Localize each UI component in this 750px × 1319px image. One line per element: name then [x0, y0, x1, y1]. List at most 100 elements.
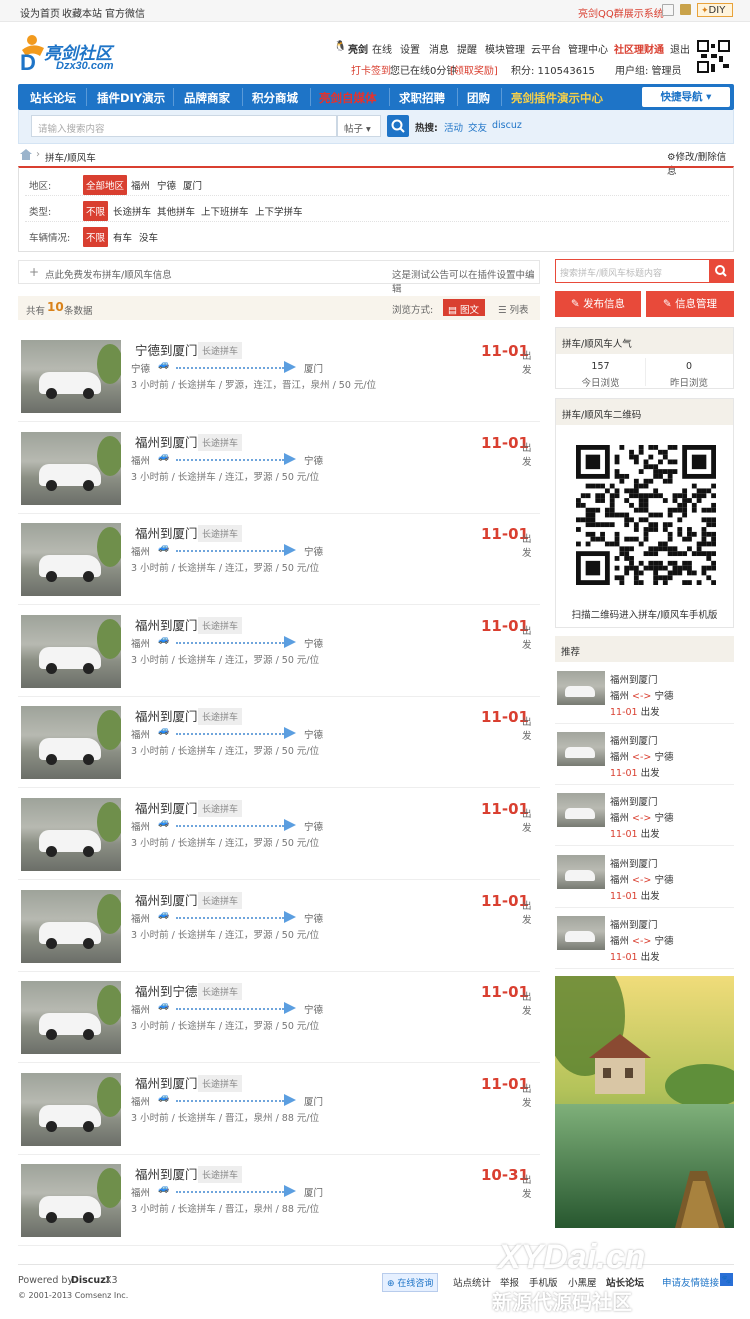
listing-item[interactable]: 福州到厦门 长途拼车 福州 🚙 宁德 3 小时前 / 长途拼车 / 连江，罗源 / 50 …	[18, 696, 540, 789]
car-thumbnail[interactable]	[21, 340, 121, 413]
wechat-link[interactable]: 官方微信	[105, 5, 145, 20]
qq-group-link[interactable]: 亮剑QQ群展示系统	[578, 5, 664, 20]
filter-region-all[interactable]: 全部地区	[83, 175, 128, 195]
nav-item-groupbuy[interactable]: 团购	[467, 90, 490, 106]
sidebar-search-button[interactable]	[709, 259, 734, 283]
recommend-thumbnail[interactable]	[557, 854, 605, 889]
listing-item[interactable]: 福州到厦门 长途拼车 福州 🚙 厦门 3 小时前 / 长途拼车 / 晋江，泉州 / 88 …	[18, 1154, 540, 1247]
nav-item-brand[interactable]: 品牌商家	[184, 90, 230, 106]
filter-car-yes[interactable]: 有车	[110, 227, 135, 247]
filter-region-xiamen[interactable]: 厦门	[180, 175, 205, 195]
listing-item[interactable]: 福州到厦门 长途拼车 福州 🚙 宁德 3 小时前 / 长途拼车 / 连江，罗源 / 50 …	[18, 513, 540, 606]
car-thumbnail[interactable]	[21, 706, 121, 780]
manage-info-button[interactable]: ✎ 信息管理	[646, 291, 734, 317]
listing-item[interactable]: 福州到厦门 长途拼车 福州 🚙 宁德 3 小时前 / 长途拼车 / 连江，罗源 / 50 …	[18, 788, 540, 880]
logout-link[interactable]: 退出	[670, 41, 690, 56]
publish-info-button[interactable]: ✎ 发布信息	[555, 291, 641, 317]
filter-type-long[interactable]: 长途拼车	[110, 201, 154, 221]
view-list-button[interactable]: ☰ 列表	[496, 299, 531, 319]
messages-link[interactable]: 消息	[429, 41, 449, 56]
car-thumbnail[interactable]	[21, 798, 121, 871]
filter-region-fuzhou[interactable]: 福州	[128, 175, 153, 195]
online-status[interactable]: 在线	[372, 41, 392, 56]
car-thumbnail[interactable]	[21, 614, 121, 688]
filter-region-ningde[interactable]: 宁德	[154, 175, 179, 195]
car-thumbnail[interactable]	[21, 981, 121, 1055]
points[interactable]: 积分: 110543615	[511, 62, 595, 77]
listing-title[interactable]: 福州到厦门	[135, 1073, 198, 1092]
recommend-thumbnail[interactable]	[557, 793, 605, 828]
nav-item-diy-demo[interactable]: 插件DIY演示	[97, 90, 165, 106]
set-homepage-link[interactable]: 设为首页	[20, 5, 60, 20]
hot-item-3[interactable]: discuz	[492, 120, 522, 131]
sidebar-search-input[interactable]: 搜索拼车/顺风车标题内容	[560, 266, 662, 279]
stats-link[interactable]: 站点统计	[453, 1275, 491, 1289]
nav-item-forum[interactable]: 站长论坛	[30, 90, 76, 106]
settings-link[interactable]: 设置	[400, 41, 420, 56]
diy-button[interactable]: ✦DIY	[697, 3, 733, 17]
nav-item-points-mall[interactable]: 积分商城	[252, 90, 298, 106]
hot-item-2[interactable]: 交友	[468, 120, 487, 134]
recommend-title[interactable]: 福州到厦门	[610, 672, 658, 686]
nav-item-jobs[interactable]: 求职招聘	[399, 90, 445, 106]
filter-type-commute[interactable]: 上下班拼车	[198, 201, 252, 221]
car-thumbnail[interactable]	[21, 1072, 121, 1146]
search-type-select[interactable]: 帖子 ▾	[337, 115, 381, 137]
view-pic-button[interactable]: ▤ 图文	[443, 299, 485, 316]
listing-item[interactable]: 福州到厦门 长途拼车 福州 🚙 宁德 3 小时前 / 长途拼车 / 连江，罗源 / 50 …	[18, 605, 540, 697]
recommend-thumbnail[interactable]	[557, 915, 605, 950]
listing-title[interactable]: 福州到厦门	[135, 798, 198, 817]
baidu-paw-icon[interactable]: 🐾	[720, 1273, 733, 1286]
signin-link[interactable]: 打卡签到	[351, 62, 391, 77]
publish-link[interactable]: 点此免费发布拼车/顺风车信息	[45, 267, 172, 281]
online-consult-button[interactable]: ⊕ 在线咨询	[382, 1273, 439, 1292]
car-thumbnail[interactable]	[21, 431, 121, 505]
filter-type-other[interactable]: 其他拼车	[154, 201, 198, 221]
listing-item[interactable]: 福州到厦门 长途拼车 福州 🚙 宁德 3 小时前 / 长途拼车 / 连江，罗源 / 50 …	[18, 422, 540, 514]
listing-item[interactable]: 宁德到厦门 长途拼车 宁德 🚙 厦门 3 小时前 / 长途拼车 / 罗源，连江，晋江，泉州…	[18, 330, 540, 422]
car-thumbnail[interactable]	[21, 889, 121, 963]
recommend-item[interactable]: 福州到厦门 福州 <-> 宁德 11-01 出发	[555, 663, 734, 724]
search-button[interactable]	[387, 115, 409, 137]
car-thumbnail[interactable]	[21, 523, 121, 597]
nav-item-plugin-demo[interactable]: 亮剑插件演示中心	[511, 90, 603, 106]
listing-title[interactable]: 福州到厦门	[135, 615, 198, 634]
nav-item-media[interactable]: 亮剑自媒体	[319, 90, 377, 106]
listing-title[interactable]: 福州到厦门	[135, 706, 198, 725]
listing-title[interactable]: 宁德到厦门	[135, 340, 198, 359]
home-icon[interactable]	[20, 149, 32, 160]
search-input[interactable]: 请输入搜索内容	[31, 115, 337, 137]
cloud-link[interactable]: 云平台	[531, 41, 561, 56]
friend-link-apply[interactable]: 申请友情链接	[662, 1275, 719, 1289]
listing-title[interactable]: 福州到厦门	[135, 432, 198, 451]
recommend-thumbnail[interactable]	[557, 732, 605, 767]
finance-link[interactable]: 社区理财通	[614, 41, 664, 56]
bookmark-link[interactable]: 收藏本站	[62, 5, 102, 20]
recommend-title[interactable]: 福州到厦门	[610, 856, 658, 870]
listing-item[interactable]: 福州到宁德 长途拼车 福州 🚙 宁德 3 小时前 / 长途拼车 / 连江，罗源 / 50 …	[18, 971, 540, 1064]
recommend-title[interactable]: 福州到厦门	[610, 917, 658, 931]
filter-type-school[interactable]: 上下学拼车	[252, 201, 306, 221]
admin-center-link[interactable]: 管理中心	[568, 41, 608, 56]
fullscreen-icon[interactable]	[662, 4, 674, 16]
user-group[interactable]: 用户组: 管理员	[615, 62, 682, 77]
notice-link[interactable]: 提醒	[457, 41, 477, 56]
filter-car-any[interactable]: 不限	[83, 227, 109, 247]
listing-title[interactable]: 福州到厦门	[135, 890, 198, 909]
filter-car-no[interactable]: 没车	[136, 227, 161, 247]
listing-item[interactable]: 福州到厦门 长途拼车 福州 🚙 宁德 3 小时前 / 长途拼车 / 连江，罗源 / 50 …	[18, 880, 540, 972]
listing-item[interactable]: 福州到厦门 长途拼车 福州 🚙 厦门 3 小时前 / 长途拼车 / 晋江，泉州 / 88 …	[18, 1063, 540, 1155]
recommend-title[interactable]: 福州到厦门	[610, 733, 658, 747]
username[interactable]: 亮剑	[348, 41, 368, 56]
recommend-item[interactable]: 福州到厦门 福州 <-> 宁德 11-01 出发	[555, 847, 734, 908]
listing-title[interactable]: 福州到厦门	[135, 1164, 198, 1183]
recommend-thumbnail[interactable]	[557, 671, 605, 705]
module-manage-link[interactable]: 模块管理	[485, 41, 525, 56]
quick-nav-button[interactable]: 快捷导航 ▾	[642, 87, 730, 107]
car-thumbnail[interactable]	[21, 1164, 121, 1238]
breadcrumb-current[interactable]: 拼车/顺风车	[45, 150, 96, 164]
recommend-item[interactable]: 福州到厦门 福州 <-> 宁德 11-01 出发	[555, 908, 734, 969]
hot-item-1[interactable]: 活动	[444, 120, 463, 134]
filter-type-any[interactable]: 不限	[83, 201, 109, 221]
reward-link[interactable]: [领取奖励]	[450, 62, 498, 77]
